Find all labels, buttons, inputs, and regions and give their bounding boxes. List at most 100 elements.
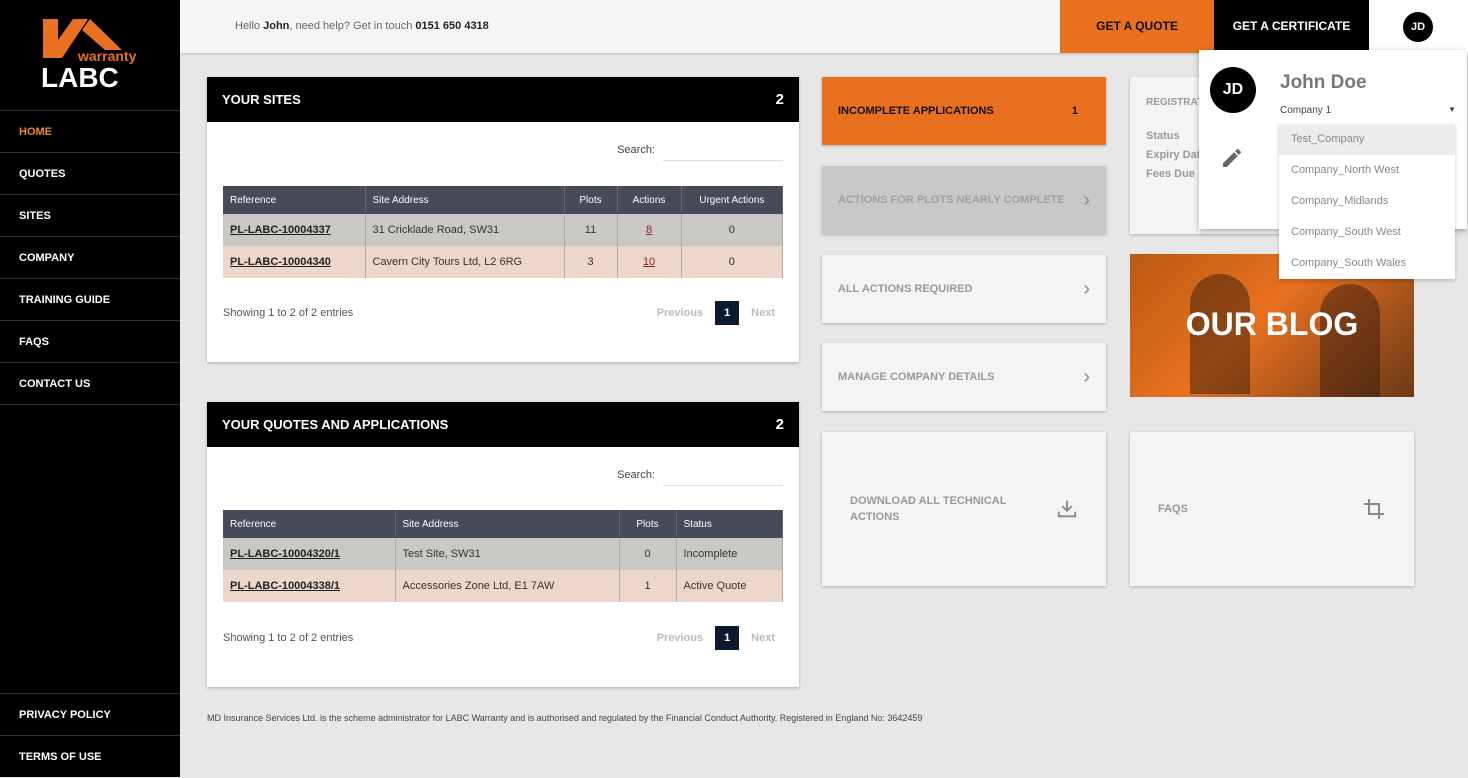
- nav-faqs[interactable]: FAQS: [0, 321, 180, 363]
- company-option[interactable]: Test_Company: [1279, 124, 1455, 155]
- panel-title: YOUR SITES: [222, 92, 301, 107]
- col-actions[interactable]: Actions: [617, 186, 682, 214]
- status: Incomplete: [676, 538, 783, 570]
- manage-company-details-tile[interactable]: MANAGE COMPANY DETAILS ›: [822, 343, 1106, 411]
- plots: 0: [619, 538, 677, 570]
- entries-info: Showing 1 to 2 of 2 entries: [223, 632, 354, 644]
- download-icon: [1057, 500, 1077, 518]
- site-reference-link[interactable]: PL-LABC-10004340: [230, 256, 331, 268]
- edit-pencil-icon[interactable]: [1220, 146, 1244, 170]
- next-button[interactable]: Next: [751, 632, 775, 644]
- quotes-panel: YOUR QUOTES AND APPLICATIONS 2 Search: Re…: [207, 402, 799, 687]
- get-certificate-button[interactable]: GET A CERTIFICATE: [1214, 0, 1369, 53]
- company-option[interactable]: Company_South West: [1279, 217, 1455, 248]
- site-address: Test Site, SW31: [395, 538, 620, 570]
- panel-title: YOUR QUOTES AND APPLICATIONS: [222, 417, 449, 432]
- avatar-button[interactable]: JD: [1403, 12, 1433, 42]
- user-first-name: John: [263, 20, 290, 32]
- company-dropdown-list: Test_Company Company_North West Company_…: [1279, 124, 1455, 279]
- quotes-count: 2: [775, 416, 784, 433]
- footer-legal-text: MD Insurance Services Ltd. is the scheme…: [207, 713, 923, 723]
- labc-warranty-logo[interactable]: warranty LABC: [0, 0, 180, 111]
- col-site-address[interactable]: Site Address: [395, 510, 620, 538]
- your-sites-header: YOUR SITES 2: [207, 77, 799, 122]
- previous-button[interactable]: Previous: [657, 632, 703, 644]
- caret-down-icon: ▼: [1448, 105, 1456, 114]
- hello-text: Hello: [235, 20, 264, 32]
- sites-table: Reference Site Address Plots Actions Urgent …: [223, 186, 783, 278]
- incomplete-count: 1: [1071, 105, 1078, 117]
- company-option[interactable]: Company_North West: [1279, 155, 1455, 186]
- crop-icon: [1364, 499, 1384, 519]
- col-plots[interactable]: Plots: [564, 186, 618, 214]
- next-button[interactable]: Next: [751, 307, 775, 319]
- col-urgent-actions[interactable]: Urgent Actions: [681, 186, 783, 214]
- plots: 11: [564, 214, 618, 246]
- quotes-pagination: Previous 1 Next: [657, 626, 775, 650]
- status: Active Quote: [676, 570, 783, 602]
- sites-search-input[interactable]: [663, 139, 783, 161]
- tile-label: DOWNLOAD ALL TECHNICAL ACTIONS: [850, 495, 1007, 523]
- nav-terms-of-use[interactable]: TERMS OF USE: [0, 735, 180, 777]
- urgent-actions: 0: [681, 246, 783, 278]
- download-technical-actions-tile[interactable]: DOWNLOAD ALL TECHNICAL ACTIONS: [822, 432, 1106, 586]
- nav-company[interactable]: COMPANY: [0, 237, 180, 279]
- nav-sites[interactable]: SITES: [0, 195, 180, 237]
- quotes-table: Reference Site Address Plots Status PL-LABC…: [223, 510, 783, 602]
- actions-link[interactable]: 10: [643, 256, 655, 268]
- profile-name: John Doe: [1280, 72, 1367, 93]
- nav-contact-us[interactable]: CONTACT US: [0, 363, 180, 405]
- quotes-search-input[interactable]: [663, 464, 783, 486]
- col-status[interactable]: Status: [676, 510, 783, 538]
- actions-link[interactable]: 8: [646, 224, 652, 236]
- get-quote-button[interactable]: GET A QUOTE: [1060, 0, 1214, 53]
- search-label: Search:: [617, 144, 655, 156]
- nav-quotes[interactable]: QUOTES: [0, 153, 180, 195]
- col-reference[interactable]: Reference: [223, 186, 366, 214]
- actions-plots-nearly-complete-tile[interactable]: ACTIONS FOR PLOTS NEARLY COMPLETE ›: [822, 166, 1106, 234]
- chevron-right-icon: ›: [1083, 188, 1090, 211]
- site-address: 31 Cricklade Road, SW31: [365, 214, 565, 246]
- nav-training-guide[interactable]: TRAINING GUIDE: [0, 279, 180, 321]
- company-option[interactable]: Company_Midlands: [1279, 186, 1455, 217]
- col-site-address[interactable]: Site Address: [365, 186, 565, 214]
- help-text: Hello John, need help? Get in touch 0151…: [235, 20, 489, 32]
- quotes-search: Search:: [617, 464, 783, 486]
- tile-label: MANAGE COMPANY DETAILS: [838, 371, 995, 383]
- company-select[interactable]: Company 1 ▼: [1280, 105, 1456, 116]
- tile-label: INCOMPLETE APPLICATIONS: [838, 105, 994, 117]
- page-1-button[interactable]: 1: [715, 626, 740, 650]
- table-row: PL-LABC-10004338/1 Accessories Zone Ltd, …: [223, 570, 783, 602]
- previous-button[interactable]: Previous: [657, 307, 703, 319]
- col-reference[interactable]: Reference: [223, 510, 396, 538]
- blog-title: OUR BLOG: [1185, 306, 1359, 342]
- faqs-tile[interactable]: FAQS: [1130, 432, 1414, 586]
- sites-search: Search:: [617, 139, 783, 161]
- page-1-button[interactable]: 1: [715, 301, 740, 325]
- avatar-area: JD: [1369, 0, 1468, 53]
- bottom-nav: PRIVACY POLICY TERMS OF USE: [0, 693, 180, 777]
- site-address: Cavern City Tours Ltd, L2 6RG: [365, 246, 565, 278]
- col-plots[interactable]: Plots: [619, 510, 677, 538]
- top-header: Hello John, need help? Get in touch 0151…: [180, 0, 1468, 53]
- search-label: Search:: [617, 469, 655, 481]
- company-option[interactable]: Company_South Wales: [1279, 248, 1455, 279]
- tile-label: FAQS: [1158, 503, 1188, 515]
- selected-company: Company 1: [1280, 105, 1332, 116]
- tile-label: ACTIONS FOR PLOTS NEARLY COMPLETE: [838, 194, 1065, 206]
- quotes-header: YOUR QUOTES AND APPLICATIONS 2: [207, 402, 799, 447]
- main-nav: HOME QUOTES SITES COMPANY TRAINING GUIDE…: [0, 111, 180, 405]
- entries-info: Showing 1 to 2 of 2 entries: [223, 307, 354, 319]
- all-actions-required-tile[interactable]: ALL ACTIONS REQUIRED ›: [822, 255, 1106, 323]
- nav-privacy-policy[interactable]: PRIVACY POLICY: [0, 693, 180, 735]
- incomplete-applications-tile[interactable]: INCOMPLETE APPLICATIONS 1: [822, 77, 1106, 145]
- tile-label: ALL ACTIONS REQUIRED: [838, 283, 973, 295]
- your-sites-panel: YOUR SITES 2 Search: Reference Site Addres…: [207, 77, 799, 362]
- quote-reference-link[interactable]: PL-LABC-10004320/1: [230, 548, 340, 560]
- plots: 3: [564, 246, 618, 278]
- nav-home[interactable]: HOME: [0, 111, 180, 153]
- phone-number[interactable]: 0151 650 4318: [415, 20, 488, 32]
- quote-reference-link[interactable]: PL-LABC-10004338/1: [230, 580, 340, 592]
- chevron-right-icon: ›: [1083, 365, 1090, 388]
- site-reference-link[interactable]: PL-LABC-10004337: [230, 224, 331, 236]
